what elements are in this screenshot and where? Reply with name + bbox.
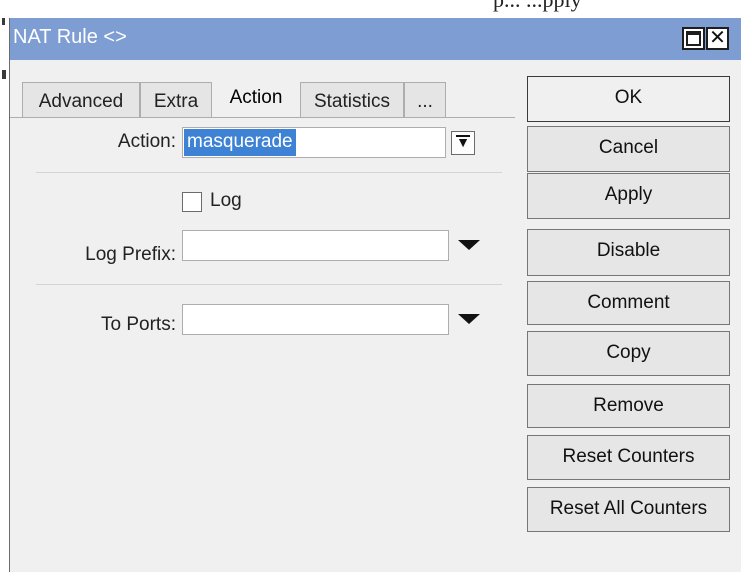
to-ports-dropdown-icon[interactable] [458,314,480,324]
action-label: Action: [117,131,176,152]
tab-action[interactable]: Action [212,78,300,120]
remove-button[interactable]: Remove [527,384,730,428]
comment-button[interactable]: Comment [527,281,730,325]
close-button[interactable]: ✕ [706,27,729,50]
log-label: Log [210,190,242,211]
tab-advanced[interactable]: Advanced [22,82,140,118]
log-prefix-input[interactable] [182,230,449,261]
to-ports-input[interactable] [182,304,449,335]
background-edge-mark [2,70,6,79]
tab-statistics[interactable]: Statistics [300,82,404,118]
action-field[interactable]: masquerade [182,127,446,158]
background-page: p... ...pply [0,0,741,18]
background-text: p... ...pply [493,0,582,13]
nat-rule-window: NAT Rule <> ✕ Advanced Extra Action Stat… [9,18,741,572]
background-edge-mark [2,18,5,25]
section-separator [36,284,502,285]
reset-counters-button[interactable]: Reset Counters [527,435,730,480]
action-value: masquerade [184,129,296,156]
log-checkbox[interactable] [182,192,202,212]
panel-divider [512,118,513,572]
window-title: NAT Rule <> [13,26,127,48]
log-prefix-label: Log Prefix: [85,244,176,265]
disable-button[interactable]: Disable [527,229,730,276]
dropdown-bar-icon [456,135,470,137]
reset-all-counters-button[interactable]: Reset All Counters [527,487,730,532]
ok-button[interactable]: OK [527,76,730,122]
apply-button[interactable]: Apply [527,173,730,219]
tab-underline [10,117,515,118]
cancel-button[interactable]: Cancel [527,126,730,172]
tab-more[interactable]: ... [404,82,446,118]
log-prefix-dropdown-icon[interactable] [458,240,480,250]
tab-bar: Advanced Extra Action Statistics ... [10,78,515,120]
to-ports-label: To Ports: [101,314,176,335]
section-separator [36,172,502,173]
tab-extra[interactable]: Extra [140,82,212,118]
close-icon: ✕ [709,27,726,49]
copy-button[interactable]: Copy [527,331,730,376]
maximize-button[interactable] [682,27,705,50]
title-bar[interactable]: NAT Rule <> ✕ [10,18,741,60]
